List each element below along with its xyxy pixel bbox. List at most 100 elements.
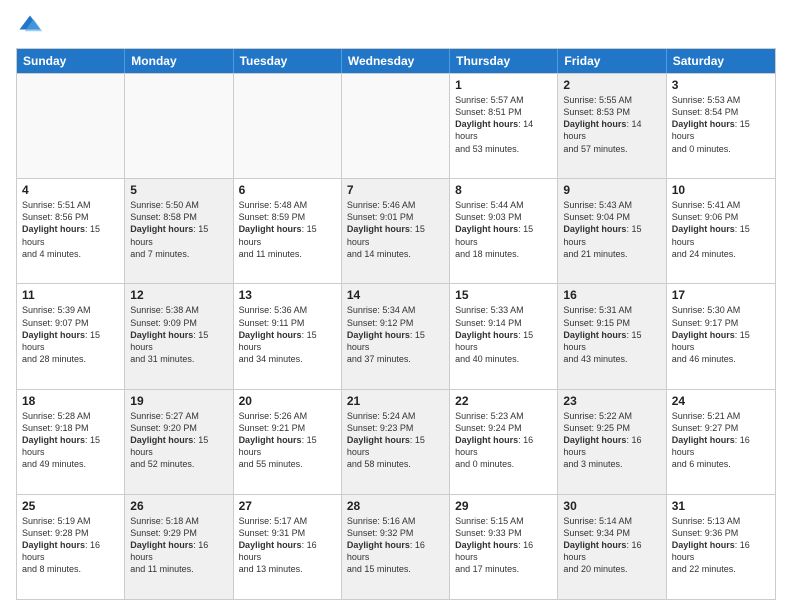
day-cell-7: 7 Sunrise: 5:46 AMSunset: 9:01 PMDaylight… xyxy=(342,179,450,283)
daylight-minutes: and 34 minutes. xyxy=(239,353,336,365)
sunrise-text: Sunrise: 5:27 AM xyxy=(130,410,227,422)
daylight-minutes: and 24 minutes. xyxy=(672,248,770,260)
sunset-text: Sunset: 9:34 PM xyxy=(563,527,660,539)
day-cell-2: 2Sunrise: 5:55 AMSunset: 8:53 PMDaylight… xyxy=(558,74,666,178)
sunrise-text: Sunrise: 5:44 AM xyxy=(455,199,552,211)
sunset-text: Sunset: 8:53 PM xyxy=(563,106,660,118)
day-cell-19: 19Sunrise: 5:27 AMSunset: 9:20 PMDayligh… xyxy=(125,390,233,494)
day-cell-13: 13Sunrise: 5:36 AMSunset: 9:11 PMDayligh… xyxy=(234,284,342,388)
day-number: 15 xyxy=(455,288,552,302)
logo-icon xyxy=(16,12,44,40)
sunrise-text: Sunrise: 5:36 AM xyxy=(239,304,336,316)
sunrise-text: Sunrise: 5:51 AM xyxy=(22,199,119,211)
week-row-5: 25Sunrise: 5:19 AMSunset: 9:28 PMDayligh… xyxy=(17,494,775,599)
sunset-text: Sunset: 8:58 PM xyxy=(130,211,227,223)
daylight-minutes: and 14 minutes. xyxy=(347,248,444,260)
daylight-minutes: and 11 minutes. xyxy=(239,248,336,260)
daylight-minutes: and 40 minutes. xyxy=(455,353,552,365)
sunrise-text: Sunrise: 5:53 AM xyxy=(672,94,770,106)
sunset-text: Sunset: 8:51 PM xyxy=(455,106,552,118)
empty-cell xyxy=(342,74,450,178)
day-number: 7 xyxy=(347,183,444,197)
daylight-text: Daylight hours: 15 hours xyxy=(239,223,336,247)
sunset-text: Sunset: 9:06 PM xyxy=(672,211,770,223)
sunset-text: Sunset: 9:07 PM xyxy=(22,317,119,329)
day-cell-22: 22Sunrise: 5:23 AMSunset: 9:24 PMDayligh… xyxy=(450,390,558,494)
daylight-minutes: and 20 minutes. xyxy=(563,563,660,575)
daylight-text: Daylight hours: 15 hours xyxy=(347,223,444,247)
daylight-text: Daylight hours: 15 hours xyxy=(130,223,227,247)
daylight-text: Daylight hours: 15 hours xyxy=(22,434,119,458)
sunrise-text: Sunrise: 5:48 AM xyxy=(239,199,336,211)
sunrise-text: Sunrise: 5:24 AM xyxy=(347,410,444,422)
daylight-minutes: and 31 minutes. xyxy=(130,353,227,365)
calendar: SundayMondayTuesdayWednesdayThursdayFrid… xyxy=(16,48,776,600)
daylight-text: Daylight hours: 15 hours xyxy=(22,329,119,353)
header-day-tuesday: Tuesday xyxy=(234,49,342,73)
daylight-text: Daylight hours: 15 hours xyxy=(563,223,660,247)
daylight-text: Daylight hours: 15 hours xyxy=(130,329,227,353)
daylight-minutes: and 37 minutes. xyxy=(347,353,444,365)
day-cell-24: 24Sunrise: 5:21 AMSunset: 9:27 PMDayligh… xyxy=(667,390,775,494)
sunrise-text: Sunrise: 5:23 AM xyxy=(455,410,552,422)
sunrise-text: Sunrise: 5:16 AM xyxy=(347,515,444,527)
daylight-minutes: and 13 minutes. xyxy=(239,563,336,575)
daylight-text: Daylight hours: 15 hours xyxy=(672,329,770,353)
header-day-sunday: Sunday xyxy=(17,49,125,73)
sunset-text: Sunset: 9:24 PM xyxy=(455,422,552,434)
daylight-text: Daylight hours: 16 hours xyxy=(563,434,660,458)
day-number: 6 xyxy=(239,183,336,197)
sunset-text: Sunset: 9:01 PM xyxy=(347,211,444,223)
day-number: 18 xyxy=(22,394,119,408)
day-number: 19 xyxy=(130,394,227,408)
header-day-thursday: Thursday xyxy=(450,49,558,73)
empty-cell xyxy=(234,74,342,178)
daylight-text: Daylight hours: 15 hours xyxy=(563,329,660,353)
daylight-text: Daylight hours: 16 hours xyxy=(130,539,227,563)
week-row-1: 1Sunrise: 5:57 AMSunset: 8:51 PMDaylight… xyxy=(17,73,775,178)
sunrise-text: Sunrise: 5:46 AM xyxy=(347,199,444,211)
sunrise-text: Sunrise: 5:38 AM xyxy=(130,304,227,316)
daylight-text: Daylight hours: 16 hours xyxy=(22,539,119,563)
daylight-minutes: and 0 minutes. xyxy=(455,458,552,470)
header-day-friday: Friday xyxy=(558,49,666,73)
sunset-text: Sunset: 9:12 PM xyxy=(347,317,444,329)
sunrise-text: Sunrise: 5:22 AM xyxy=(563,410,660,422)
daylight-text: Daylight hours: 15 hours xyxy=(455,223,552,247)
empty-cell xyxy=(125,74,233,178)
header-day-monday: Monday xyxy=(125,49,233,73)
daylight-minutes: and 28 minutes. xyxy=(22,353,119,365)
day-cell-30: 30Sunrise: 5:14 AMSunset: 9:34 PMDayligh… xyxy=(558,495,666,599)
day-number: 12 xyxy=(130,288,227,302)
sunrise-text: Sunrise: 5:57 AM xyxy=(455,94,552,106)
sunset-text: Sunset: 9:17 PM xyxy=(672,317,770,329)
sunset-text: Sunset: 9:21 PM xyxy=(239,422,336,434)
sunrise-text: Sunrise: 5:39 AM xyxy=(22,304,119,316)
day-cell-4: 4Sunrise: 5:51 AMSunset: 8:56 PMDaylight… xyxy=(17,179,125,283)
daylight-text: Daylight hours: 16 hours xyxy=(347,539,444,563)
day-cell-1: 1Sunrise: 5:57 AMSunset: 8:51 PMDaylight… xyxy=(450,74,558,178)
daylight-minutes: and 3 minutes. xyxy=(563,458,660,470)
daylight-text: Daylight hours: 15 hours xyxy=(347,434,444,458)
day-number: 17 xyxy=(672,288,770,302)
day-cell-25: 25Sunrise: 5:19 AMSunset: 9:28 PMDayligh… xyxy=(17,495,125,599)
day-cell-28: 28Sunrise: 5:16 AMSunset: 9:32 PMDayligh… xyxy=(342,495,450,599)
sunset-text: Sunset: 9:09 PM xyxy=(130,317,227,329)
daylight-minutes: and 52 minutes. xyxy=(130,458,227,470)
day-number: 16 xyxy=(563,288,660,302)
daylight-minutes: and 58 minutes. xyxy=(347,458,444,470)
day-number: 28 xyxy=(347,499,444,513)
day-cell-20: 20Sunrise: 5:26 AMSunset: 9:21 PMDayligh… xyxy=(234,390,342,494)
daylight-text: Daylight hours: 15 hours xyxy=(455,329,552,353)
day-number: 22 xyxy=(455,394,552,408)
sunset-text: Sunset: 9:18 PM xyxy=(22,422,119,434)
day-cell-18: 18Sunrise: 5:28 AMSunset: 9:18 PMDayligh… xyxy=(17,390,125,494)
daylight-minutes: and 22 minutes. xyxy=(672,563,770,575)
daylight-minutes: and 57 minutes. xyxy=(563,143,660,155)
week-row-3: 11Sunrise: 5:39 AMSunset: 9:07 PMDayligh… xyxy=(17,283,775,388)
day-number: 21 xyxy=(347,394,444,408)
daylight-text: Daylight hours: 15 hours xyxy=(347,329,444,353)
day-number: 24 xyxy=(672,394,770,408)
sunrise-text: Sunrise: 5:34 AM xyxy=(347,304,444,316)
sunrise-text: Sunrise: 5:30 AM xyxy=(672,304,770,316)
